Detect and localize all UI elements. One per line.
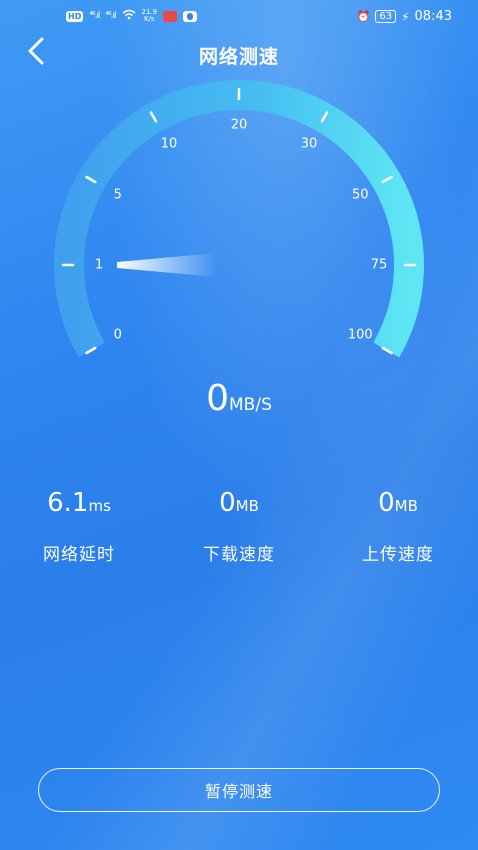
gauge-tick-label: 75 (371, 258, 388, 273)
gauge-needle (117, 253, 217, 277)
download-unit: MB (235, 497, 259, 515)
gauge-tick-label: 30 (301, 136, 318, 151)
gauge-tick-label: 100 (348, 328, 373, 343)
gauge-tick-label: 0 (114, 328, 122, 343)
pause-test-button[interactable]: 暂停测速 (38, 768, 440, 812)
current-speed-unit: MB/S (229, 395, 272, 415)
upload-label: 上传速度 (362, 545, 434, 565)
download-value: 0 (219, 488, 236, 518)
upload-stat: 0MB (328, 488, 468, 518)
gauge-tick-label: 5 (114, 188, 122, 203)
gauge-tick-label: 1 (95, 258, 103, 273)
gauge-tick-label: 10 (161, 136, 178, 151)
download-stat: 0MB (169, 488, 309, 518)
latency-label: 网络延时 (43, 545, 115, 565)
gauge-tick-label: 50 (352, 188, 369, 203)
latency-stat: 6.1ms (9, 488, 149, 518)
pause-test-label: 暂停测速 (204, 782, 273, 801)
latency-value: 6.1 (47, 488, 89, 518)
gauge-arc (54, 80, 424, 358)
latency-unit: ms (88, 497, 111, 515)
upload-value: 0 (378, 488, 395, 518)
gauge-tick-label: 20 (231, 118, 248, 133)
upload-unit: MB (394, 497, 418, 515)
speed-gauge: 0 1 5 10 20 30 50 75 100 (54, 80, 424, 358)
current-speed: 0MB/S (0, 378, 478, 419)
download-label: 下载速度 (203, 545, 275, 565)
current-speed-value: 0 (206, 378, 230, 419)
